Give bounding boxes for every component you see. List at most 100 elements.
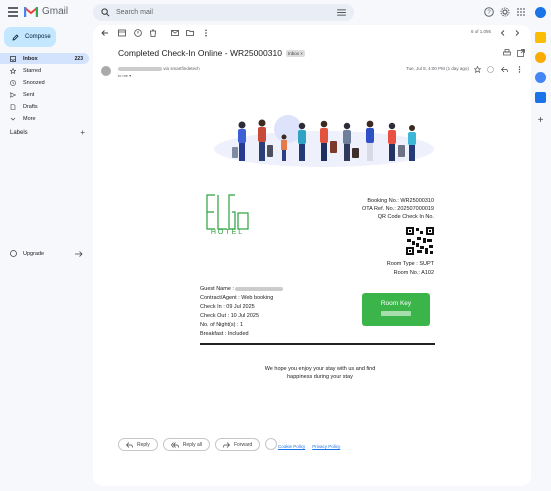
forward-label: Forward xyxy=(233,441,253,448)
reply-icon[interactable] xyxy=(501,66,508,73)
sidebar-item-label: Snoozed xyxy=(23,79,45,86)
sender-avatar[interactable] xyxy=(101,66,111,76)
older-chevron-icon[interactable] xyxy=(513,29,521,37)
sidebar-item-label: Starred xyxy=(23,67,42,74)
room-number: Room No.: A102 xyxy=(393,269,434,276)
room-key-label: Room Key xyxy=(380,300,412,307)
reply-button[interactable]: Reply xyxy=(118,438,158,451)
tasks-icon[interactable] xyxy=(535,72,546,83)
sidebar-item-starred[interactable]: Starred xyxy=(0,65,89,76)
delete-trash-icon[interactable] xyxy=(149,29,157,37)
archive-icon[interactable] xyxy=(118,29,126,37)
labels-title: Labels xyxy=(10,130,28,136)
send-icon xyxy=(10,91,16,98)
divider xyxy=(200,343,435,345)
travelers-illustration xyxy=(214,115,434,167)
sender-line: via smartfindetech xyxy=(118,66,200,71)
sidebar: Compose Inbox 223 Starred Snoozed Sent D… xyxy=(0,25,93,491)
chevron-down-icon xyxy=(10,117,16,120)
keep-icon[interactable] xyxy=(535,52,546,63)
closing-message-line2: happiness during your stay xyxy=(287,374,353,380)
search-options-icon[interactable] xyxy=(337,9,346,16)
sidebar-item-sent[interactable]: Sent xyxy=(0,89,89,100)
newer-chevron-icon[interactable] xyxy=(499,29,507,37)
draft-icon xyxy=(10,103,16,110)
sidebar-item-snoozed[interactable]: Snoozed xyxy=(0,77,89,88)
sidebar-item-inbox[interactable]: Inbox 223 xyxy=(0,53,89,64)
report-spam-icon[interactable] xyxy=(134,29,142,37)
settings-gear-icon[interactable] xyxy=(500,7,510,17)
more-vertical-icon[interactable] xyxy=(516,66,523,73)
inbox-label-badge[interactable]: Inbox × xyxy=(285,49,305,57)
search-input[interactable]: Search mail xyxy=(116,9,153,16)
open-new-window-icon[interactable] xyxy=(517,49,525,57)
compose-button[interactable]: Compose xyxy=(4,27,56,47)
back-arrow-icon[interactable] xyxy=(101,29,109,37)
move-to-icon[interactable] xyxy=(186,29,194,37)
hotel-logo: HOTEL xyxy=(205,185,250,240)
email-subject-row: Completed Check-In Online - WR25000310 I… xyxy=(118,48,305,58)
email-actions: Reply Reply all Forward xyxy=(118,438,278,451)
guest-name-label: Guest Name : xyxy=(200,286,234,292)
forward-button[interactable]: Forward xyxy=(214,438,261,451)
reply-all-icon xyxy=(170,441,179,448)
room-type: Room Type : SUPT xyxy=(386,261,434,267)
check-out-date: Check Out : 10 Jul 2025 xyxy=(200,313,260,319)
sidebar-item-drafts[interactable]: Drafts xyxy=(0,101,89,112)
closing-message: We hope you enjoy your stay with us and … xyxy=(240,365,400,381)
qr-code-image xyxy=(405,226,435,256)
inbox-icon xyxy=(10,55,16,62)
add-label-icon[interactable]: + xyxy=(80,129,85,137)
recipient-line[interactable]: to me ▾ xyxy=(118,73,131,78)
email-date: Tue, Jul 8, 4:00 PM (1 day ago) xyxy=(406,66,469,71)
room-key-card: Room Key xyxy=(362,293,430,326)
gmail-m-icon xyxy=(24,7,38,17)
star-icon[interactable] xyxy=(474,66,481,73)
guest-details: Guest Name : Contract/Agent : Web bookin… xyxy=(200,285,350,339)
calendar-icon[interactable] xyxy=(535,32,546,43)
sender-name-redacted xyxy=(118,66,162,71)
booking-number: Booking No.: WR25000310 xyxy=(367,198,434,204)
guest-name-redacted xyxy=(235,286,284,291)
sidebar-item-more[interactable]: More xyxy=(0,113,89,124)
reply-icon xyxy=(126,441,133,448)
upgrade-label: Upgrade xyxy=(23,250,45,257)
reading-pane: 6 of 1,095 Completed Check-In Online - W… xyxy=(93,25,531,486)
upgrade-button[interactable]: Upgrade xyxy=(10,250,83,257)
compose-label: Compose xyxy=(25,34,51,40)
google-one-icon xyxy=(10,250,17,257)
contract-agent: Contract/Agent : Web booking xyxy=(200,295,274,301)
reply-all-button[interactable]: Reply all xyxy=(162,438,210,451)
privacy-policy-link[interactable]: Privacy Policy xyxy=(312,444,340,449)
apps-grid-icon[interactable] xyxy=(516,7,526,17)
more-vertical-icon[interactable] xyxy=(202,29,210,37)
add-addon-icon[interactable]: + xyxy=(535,116,546,127)
cookie-policy-link[interactable]: Cookie Policy xyxy=(278,444,305,449)
closing-message-line1: We hope you enjoy your stay with us and … xyxy=(264,366,376,372)
emoji-react-icon[interactable] xyxy=(487,66,494,73)
pagination-text: 6 of 1,095 xyxy=(471,29,492,34)
gemini-icon[interactable] xyxy=(535,7,546,18)
sidebar-item-label: Drafts xyxy=(23,103,38,110)
search-icon[interactable] xyxy=(101,8,110,17)
contacts-icon[interactable] xyxy=(535,92,546,103)
arrow-right-icon xyxy=(75,250,83,257)
pencil-icon xyxy=(12,33,19,41)
hotel-name: HOTEL xyxy=(210,229,245,236)
emoji-reaction-button[interactable] xyxy=(265,438,278,450)
qr-code-title: QR Code Check In No. xyxy=(377,214,434,220)
main-menu-icon[interactable] xyxy=(8,7,18,17)
breakfast-info: Breakfast : Included xyxy=(200,331,249,337)
inbox-count: 223 xyxy=(74,55,83,62)
print-icon[interactable] xyxy=(503,49,511,57)
clock-icon xyxy=(10,79,16,86)
mark-unread-icon[interactable] xyxy=(171,29,179,37)
search-bar[interactable]: Search mail xyxy=(93,4,354,21)
sidebar-item-label: Sent xyxy=(23,91,35,98)
sidebar-item-label: Inbox xyxy=(23,55,38,62)
room-key-value-redacted xyxy=(381,311,411,316)
app-name: Gmail xyxy=(42,6,69,17)
ota-reference: OTA Ref. No.: 202507000019 xyxy=(361,206,434,212)
help-icon[interactable]: ? xyxy=(484,7,494,17)
gmail-logo[interactable]: Gmail xyxy=(24,6,68,17)
